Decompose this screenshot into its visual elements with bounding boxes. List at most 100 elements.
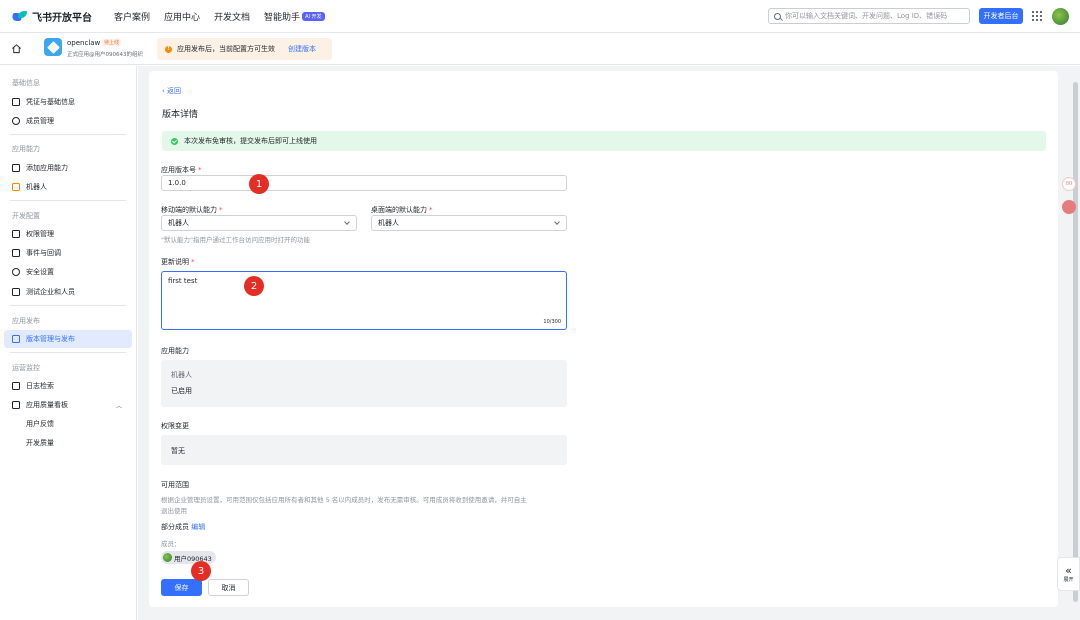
feedback-icon[interactable]: 80: [1062, 177, 1076, 191]
annotation-marker-3: 3: [191, 561, 211, 581]
sidebar-item-version-release[interactable]: 版本管理与发布: [4, 330, 132, 348]
permission-change-box: 暂无: [161, 435, 567, 465]
version-detail-card: [149, 71, 1058, 607]
permission-change-value: 暂无: [171, 447, 185, 455]
scope-edit-link[interactable]: 编辑: [191, 523, 205, 531]
capability-box: 机器人 已启用: [161, 360, 567, 407]
create-version-link[interactable]: 创建版本: [288, 44, 316, 54]
success-text: 本次发布免审核，提交发布后即可上线使用: [184, 137, 317, 145]
test-icon: [12, 288, 20, 296]
save-button[interactable]: 保存: [161, 579, 202, 596]
publish-notice: ! 应用发布后，当前配置方可生效 创建版本: [157, 38, 332, 60]
nav-dev-docs[interactable]: 开发文档: [214, 10, 250, 23]
lock-icon: [12, 230, 20, 238]
id-card-icon: [12, 98, 20, 106]
capability-name: 机器人: [171, 371, 192, 379]
permission-change-label: 权限变更: [161, 422, 189, 430]
assistant-icon[interactable]: [1062, 200, 1076, 214]
back-label: 返回: [167, 87, 182, 95]
sidebar-item-label: 开发质量: [26, 439, 54, 447]
sidebar-section-capability: 应用能力: [12, 145, 40, 153]
user-icon: [12, 117, 20, 125]
sidebar-item-members[interactable]: 成员管理: [4, 112, 132, 130]
chart-icon: [12, 401, 20, 409]
app-grid-icon[interactable]: [1032, 11, 1042, 21]
search-icon: [774, 12, 781, 20]
version-input[interactable]: 1.0.0: [161, 175, 567, 191]
chevron-down-icon: [554, 219, 560, 225]
mobile-default-select[interactable]: 机器人: [161, 215, 357, 231]
app-icon: [44, 38, 62, 56]
cancel-button[interactable]: 取消: [208, 579, 249, 596]
nav-ai-assistant-label: 智能助手: [264, 12, 301, 23]
scope-description-2: 退出使用: [161, 507, 187, 515]
sidebar-item-events[interactable]: 事件与回调: [4, 244, 132, 262]
add-app-icon: [12, 164, 20, 172]
app-name: openclaw: [67, 39, 101, 47]
desktop-default-label: 桌面端的默认能力 *: [371, 206, 433, 214]
sidebar-item-log-search[interactable]: 日志检索: [4, 377, 132, 395]
release-icon: [12, 335, 20, 343]
version-label: 应用版本号 *: [161, 166, 202, 174]
robot-icon: [12, 183, 20, 191]
back-link[interactable]: ‹ 返回: [162, 86, 181, 96]
sidebar-item-label: 应用质量看板: [26, 401, 68, 409]
sidebar-item-label: 权限管理: [26, 230, 54, 238]
dev-console-button[interactable]: 开发者后台: [979, 8, 1023, 24]
release-notes-label: 更新说明 *: [161, 258, 195, 266]
home-icon[interactable]: [11, 43, 22, 54]
scope-part-text: 部分成员: [161, 523, 189, 531]
sidebar-item-security[interactable]: 安全设置: [4, 263, 132, 281]
nav-app-center[interactable]: 应用中心: [164, 10, 200, 23]
app-header-bar: openclaw 待上线 正式应用@用户090643的组织 ! 应用发布后，当前…: [0, 33, 1080, 65]
member-chip: 用户090643: [161, 551, 216, 564]
sidebar-item-quality-board[interactable]: 应用质量看板 ︿: [4, 396, 132, 414]
nav-customer-cases[interactable]: 客户案例: [114, 10, 150, 23]
app-org: 正式应用@用户090643的组织: [67, 52, 143, 58]
default-capability-hint: "默认能力"指用户通过工作台访问应用时打开的功能: [161, 236, 310, 244]
notice-text: 应用发布后，当前配置方可生效: [177, 45, 275, 53]
shield-icon: [12, 268, 20, 276]
sidebar-section-basic: 基础信息: [12, 79, 40, 87]
sidebar-item-label: 日志检索: [26, 382, 54, 390]
sidebar-section-release: 应用发布: [12, 317, 40, 325]
desktop-default-select[interactable]: 机器人: [371, 215, 567, 231]
user-avatar[interactable]: [1052, 8, 1069, 25]
nav-ai-assistant[interactable]: 智能助手 AI 开发: [264, 10, 325, 23]
sidebar-item-credentials[interactable]: 凭证与基础信息: [4, 93, 132, 111]
capability-status: 已启用: [171, 387, 192, 395]
sidebar-item-label: 用户反馈: [26, 420, 54, 428]
sidebar-item-label: 测试企业和人员: [26, 288, 75, 296]
search-input[interactable]: 你可以输入文档关键词、开发问题、Log ID、错误码: [768, 8, 970, 24]
sidebar-item-label: 事件与回调: [26, 249, 61, 257]
annotation-marker-1: 1: [249, 174, 269, 194]
search-placeholder: 你可以输入文档关键词、开发问题、Log ID、错误码: [785, 12, 948, 20]
sidebar-section-ops: 运营监控: [12, 364, 40, 372]
check-circle-icon: [171, 137, 178, 145]
scope-label: 可用范围: [161, 481, 189, 489]
release-notes-textarea[interactable]: first test 10/300: [161, 271, 567, 330]
sidebar-item-user-feedback[interactable]: 用户反馈: [4, 415, 132, 433]
avatar: [163, 553, 172, 562]
warning-icon: !: [165, 45, 172, 53]
capability-label: 应用能力: [161, 347, 189, 355]
sidebar-item-add-capability[interactable]: 添加应用能力: [4, 159, 132, 177]
ai-badge: AI 开发: [302, 11, 325, 21]
sidebar-item-label: 成员管理: [26, 117, 54, 125]
chevron-up-icon: ︿: [115, 402, 122, 410]
expand-button[interactable]: « 展开: [1057, 557, 1080, 591]
expand-label: 展开: [1063, 577, 1074, 583]
sidebar-item-dev-quality[interactable]: 开发质量: [4, 434, 132, 452]
desktop-default-value: 机器人: [378, 219, 399, 227]
release-notes-value: first test: [168, 277, 198, 285]
chevron-down-icon: [344, 219, 350, 225]
sidebar-item-test-tenants[interactable]: 测试企业和人员: [4, 283, 132, 301]
log-icon: [12, 382, 20, 390]
sidebar-item-label: 添加应用能力: [26, 164, 68, 172]
sidebar-item-bot[interactable]: 机器人: [4, 178, 132, 196]
sidebar-section-dev: 开发配置: [12, 212, 40, 220]
sidebar-item-permissions[interactable]: 权限管理: [4, 225, 132, 243]
brand-logo[interactable]: 飞书开放平台: [10, 9, 92, 24]
scrollbar-thumb[interactable]: [1073, 82, 1078, 602]
version-label-text: 应用版本号: [161, 166, 196, 174]
